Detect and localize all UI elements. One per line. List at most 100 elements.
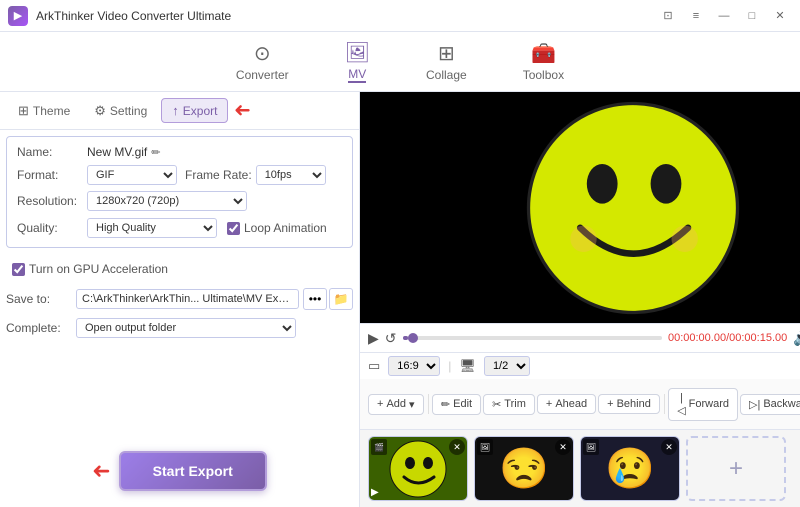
rewind-button[interactable]: ↺: [385, 330, 397, 347]
quality-row: Quality: High Quality Medium Quality Low…: [17, 217, 342, 239]
quality-select[interactable]: High Quality Medium Quality Low Quality: [87, 218, 217, 238]
theme-tab-icon: ⊞: [18, 103, 29, 119]
add-chevron: ▾: [409, 398, 415, 411]
main-content: ⊞ Theme ⚙ Setting ↑ Export ➜ Name: New M…: [0, 92, 800, 507]
trim-button[interactable]: ✂ Trim: [483, 394, 535, 415]
aspect-controls: ▭ 16:9 4:3 1:1 | 🖥 1/2 1/4 1/1: [360, 352, 800, 379]
ahead-button[interactable]: + Ahead: [537, 394, 596, 414]
clip-3-close[interactable]: ✕: [661, 439, 677, 455]
aspect-icon: ▭: [368, 358, 380, 374]
add-clip-button[interactable]: +: [686, 436, 786, 501]
right-panel: ▶ ↺ 00:00:00.00/00:00:15.00 🔊 Start Expo…: [360, 92, 800, 507]
tab-theme-label: Theme: [33, 104, 70, 118]
clip-1-play[interactable]: ▶: [371, 487, 379, 498]
edit-button[interactable]: ✏ Edit: [432, 394, 481, 415]
complete-select[interactable]: Open output folder Do nothing: [76, 318, 296, 338]
nav-mv-label: MV: [348, 67, 366, 83]
clip-3-emoji: 😢: [605, 445, 655, 492]
tab-setting[interactable]: ⚙ Setting: [84, 99, 157, 123]
save-actions: ••• 📁: [303, 288, 353, 310]
clip-1[interactable]: ✕ 🎬 ▶: [368, 436, 468, 501]
converter-icon: ⊙: [254, 41, 271, 66]
add-button[interactable]: + Add ▾: [368, 394, 424, 415]
framerate-label: Frame Rate:: [185, 168, 252, 182]
tab-theme[interactable]: ⊞ Theme: [8, 99, 80, 123]
name-row: Name: New MV.gif ✏: [17, 145, 342, 159]
nav-toolbox-label: Toolbox: [523, 68, 564, 82]
trim-label: Trim: [504, 398, 526, 410]
behind-button[interactable]: + Behind: [598, 394, 660, 414]
gpu-row: Turn on GPU Acceleration: [0, 254, 359, 284]
titlebar: ▶ ArkThinker Video Converter Ultimate ⊡ …: [0, 0, 800, 32]
top-navigation: ⊙ Converter 🖼 MV ⊞ Collage 🧰 Toolbox: [0, 32, 800, 92]
maximize-button[interactable]: □: [740, 6, 764, 26]
time-current: 00:00:00.00: [668, 332, 726, 344]
resolution-row: Resolution: 1280x720 (720p) 1920x1080 (1…: [17, 191, 342, 211]
left-panel: ⊞ Theme ⚙ Setting ↑ Export ➜ Name: New M…: [0, 92, 360, 507]
time-display: 00:00:00.00/00:00:15.00: [668, 332, 787, 344]
name-value: New MV.gif: [87, 145, 147, 159]
nav-toolbox[interactable]: 🧰 Toolbox: [515, 37, 572, 86]
volume-button[interactable]: 🔊: [793, 330, 800, 347]
start-export-arrow: ➜: [92, 458, 110, 484]
monitor-icon: 🖥: [459, 358, 476, 374]
scale-select[interactable]: 1/2 1/4 1/1: [484, 356, 530, 376]
export-tab-icon: ↑: [172, 103, 179, 118]
toolbox-icon: 🧰: [531, 41, 556, 66]
name-label: Name:: [17, 145, 87, 159]
aspect-select[interactable]: 16:9 4:3 1:1: [388, 356, 440, 376]
resolution-label: Resolution:: [17, 194, 87, 208]
video-preview: [360, 92, 800, 323]
ahead-icon: +: [546, 398, 552, 410]
ahead-label: Ahead: [555, 398, 587, 410]
nav-collage[interactable]: ⊞ Collage: [418, 37, 475, 86]
clip-3-type: 🖼: [583, 439, 599, 455]
nav-collage-label: Collage: [426, 68, 467, 82]
export-arrow-indicator: ➜: [234, 98, 251, 123]
hamburger-button[interactable]: ≡: [684, 6, 708, 26]
framerate-select[interactable]: 10fps 24fps 30fps: [256, 165, 326, 185]
add-label: Add: [386, 398, 406, 410]
app-icon: ▶: [8, 6, 28, 26]
loop-animation-checkbox[interactable]: [227, 222, 240, 235]
close-button[interactable]: ✕: [768, 6, 792, 26]
progress-fill: [403, 336, 408, 340]
gpu-checkbox[interactable]: [12, 263, 25, 276]
start-export-button[interactable]: Start Export: [119, 451, 267, 491]
backward-icon: ▷|: [749, 398, 760, 411]
smiley-preview: [523, 98, 743, 318]
tab-export[interactable]: ↑ Export: [161, 98, 228, 123]
edit-name-icon[interactable]: ✏: [151, 146, 160, 159]
forward-button[interactable]: |◁ Forward: [668, 388, 738, 421]
window-controls: ⊡ ≡ — □ ✕: [656, 6, 792, 26]
edit-icon: ✏: [441, 398, 450, 411]
resolution-select[interactable]: 1280x720 (720p) 1920x1080 (1080p) 640x48…: [87, 191, 247, 211]
nav-mv[interactable]: 🖼 MV: [337, 36, 378, 87]
clip-3[interactable]: 😢 ✕ 🖼: [580, 436, 680, 501]
save-path-value: C:\ArkThinker\ArkThin... Ultimate\MV Exp…: [76, 289, 299, 309]
format-select[interactable]: GIF MP4 AVI MOV: [87, 165, 177, 185]
play-button[interactable]: ▶: [368, 330, 379, 347]
collage-icon: ⊞: [438, 41, 455, 66]
clip-2[interactable]: 😒 ✕ 🖼: [474, 436, 574, 501]
clip-2-close[interactable]: ✕: [555, 439, 571, 455]
loop-animation-checkbox-row[interactable]: Loop Animation: [227, 221, 327, 235]
menu-button[interactable]: ⊡: [656, 6, 680, 26]
backward-button[interactable]: ▷| Backward: [740, 394, 800, 415]
add-icon: +: [377, 398, 383, 410]
nav-converter[interactable]: ⊙ Converter: [228, 37, 297, 86]
gpu-checkbox-row[interactable]: Turn on GPU Acceleration: [12, 262, 347, 276]
format-label: Format:: [17, 168, 87, 182]
complete-label: Complete:: [6, 321, 76, 335]
forward-icon: |◁: [677, 392, 685, 417]
save-more-button[interactable]: •••: [303, 288, 327, 310]
minimize-button[interactable]: —: [712, 6, 736, 26]
clip-2-type: 🖼: [477, 439, 493, 455]
app-title: ArkThinker Video Converter Ultimate: [36, 9, 656, 23]
save-folder-button[interactable]: 📁: [329, 288, 353, 310]
tab-setting-label: Setting: [110, 104, 147, 118]
progress-bar[interactable]: [403, 336, 662, 340]
tab-export-label: Export: [183, 104, 218, 118]
clip-1-close[interactable]: ✕: [449, 439, 465, 455]
behind-label: Behind: [617, 398, 651, 410]
